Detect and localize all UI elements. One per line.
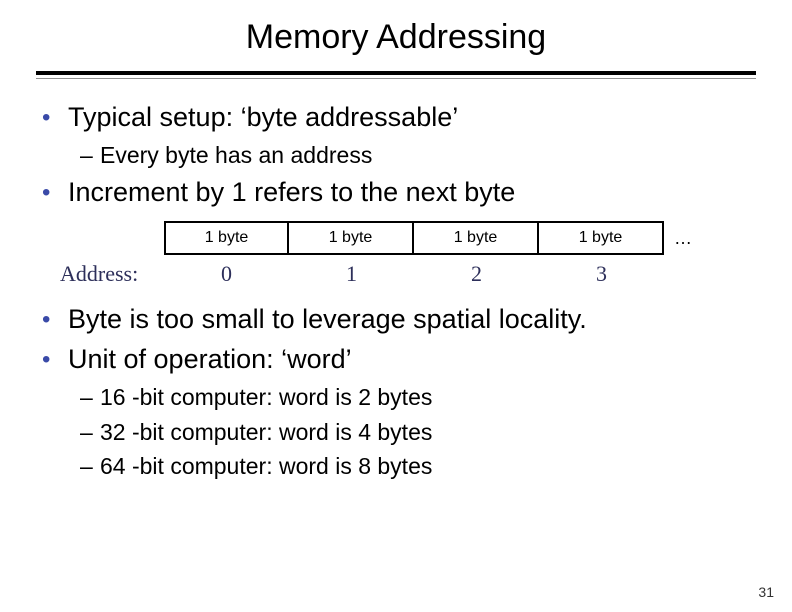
byte-cell-3: 1 byte xyxy=(539,221,664,255)
bullet-3-text: Byte is too small to leverage spatial lo… xyxy=(68,304,587,334)
address-0: 0 xyxy=(164,261,289,287)
bullet-4-text: Unit of operation: ‘word’ xyxy=(68,344,352,374)
content-list: •Typical setup: ‘byte addressable’ –Ever… xyxy=(36,101,756,209)
bullet-4-sub-3-text: 64 -bit computer: word is 8 bytes xyxy=(100,453,432,479)
page-number: 31 xyxy=(758,584,774,600)
address-label: Address: xyxy=(36,261,164,287)
bullet-4-sub-3: –64 -bit computer: word is 8 bytes xyxy=(36,452,756,481)
bullet-1: •Typical setup: ‘byte addressable’ xyxy=(36,101,756,135)
address-2: 2 xyxy=(414,261,539,287)
address-row: Address: 0 1 2 3 xyxy=(36,261,756,287)
byte-cell-2: 1 byte xyxy=(414,221,539,255)
bullet-1-sub-1: –Every byte has an address xyxy=(36,141,756,170)
byte-diagram: 1 byte 1 byte 1 byte 1 byte … xyxy=(164,221,756,255)
byte-cell-0: 1 byte xyxy=(164,221,289,255)
bullet-1-sub-1-text: Every byte has an address xyxy=(100,142,372,168)
content-list-2: •Byte is too small to leverage spatial l… xyxy=(36,303,756,481)
bullet-4-sub-1: –16 -bit computer: word is 2 bytes xyxy=(36,383,756,412)
address-1: 1 xyxy=(289,261,414,287)
bullet-2-text: Increment by 1 refers to the next byte xyxy=(68,177,515,207)
bullet-4: •Unit of operation: ‘word’ xyxy=(36,343,756,377)
byte-cell-1: 1 byte xyxy=(289,221,414,255)
bullet-4-sub-2-text: 32 -bit computer: word is 4 bytes xyxy=(100,419,432,445)
bullet-4-sub-2: –32 -bit computer: word is 4 bytes xyxy=(36,418,756,447)
bullet-2: •Increment by 1 refers to the next byte xyxy=(36,176,756,210)
bullet-1-text: Typical setup: ‘byte addressable’ xyxy=(68,102,458,132)
bullet-4-sub-1-text: 16 -bit computer: word is 2 bytes xyxy=(100,384,432,410)
address-3: 3 xyxy=(539,261,664,287)
bullet-3: •Byte is too small to leverage spatial l… xyxy=(36,303,756,337)
ellipsis-icon: … xyxy=(674,228,692,249)
title-rule xyxy=(36,71,756,79)
slide-title: Memory Addressing xyxy=(36,18,756,57)
